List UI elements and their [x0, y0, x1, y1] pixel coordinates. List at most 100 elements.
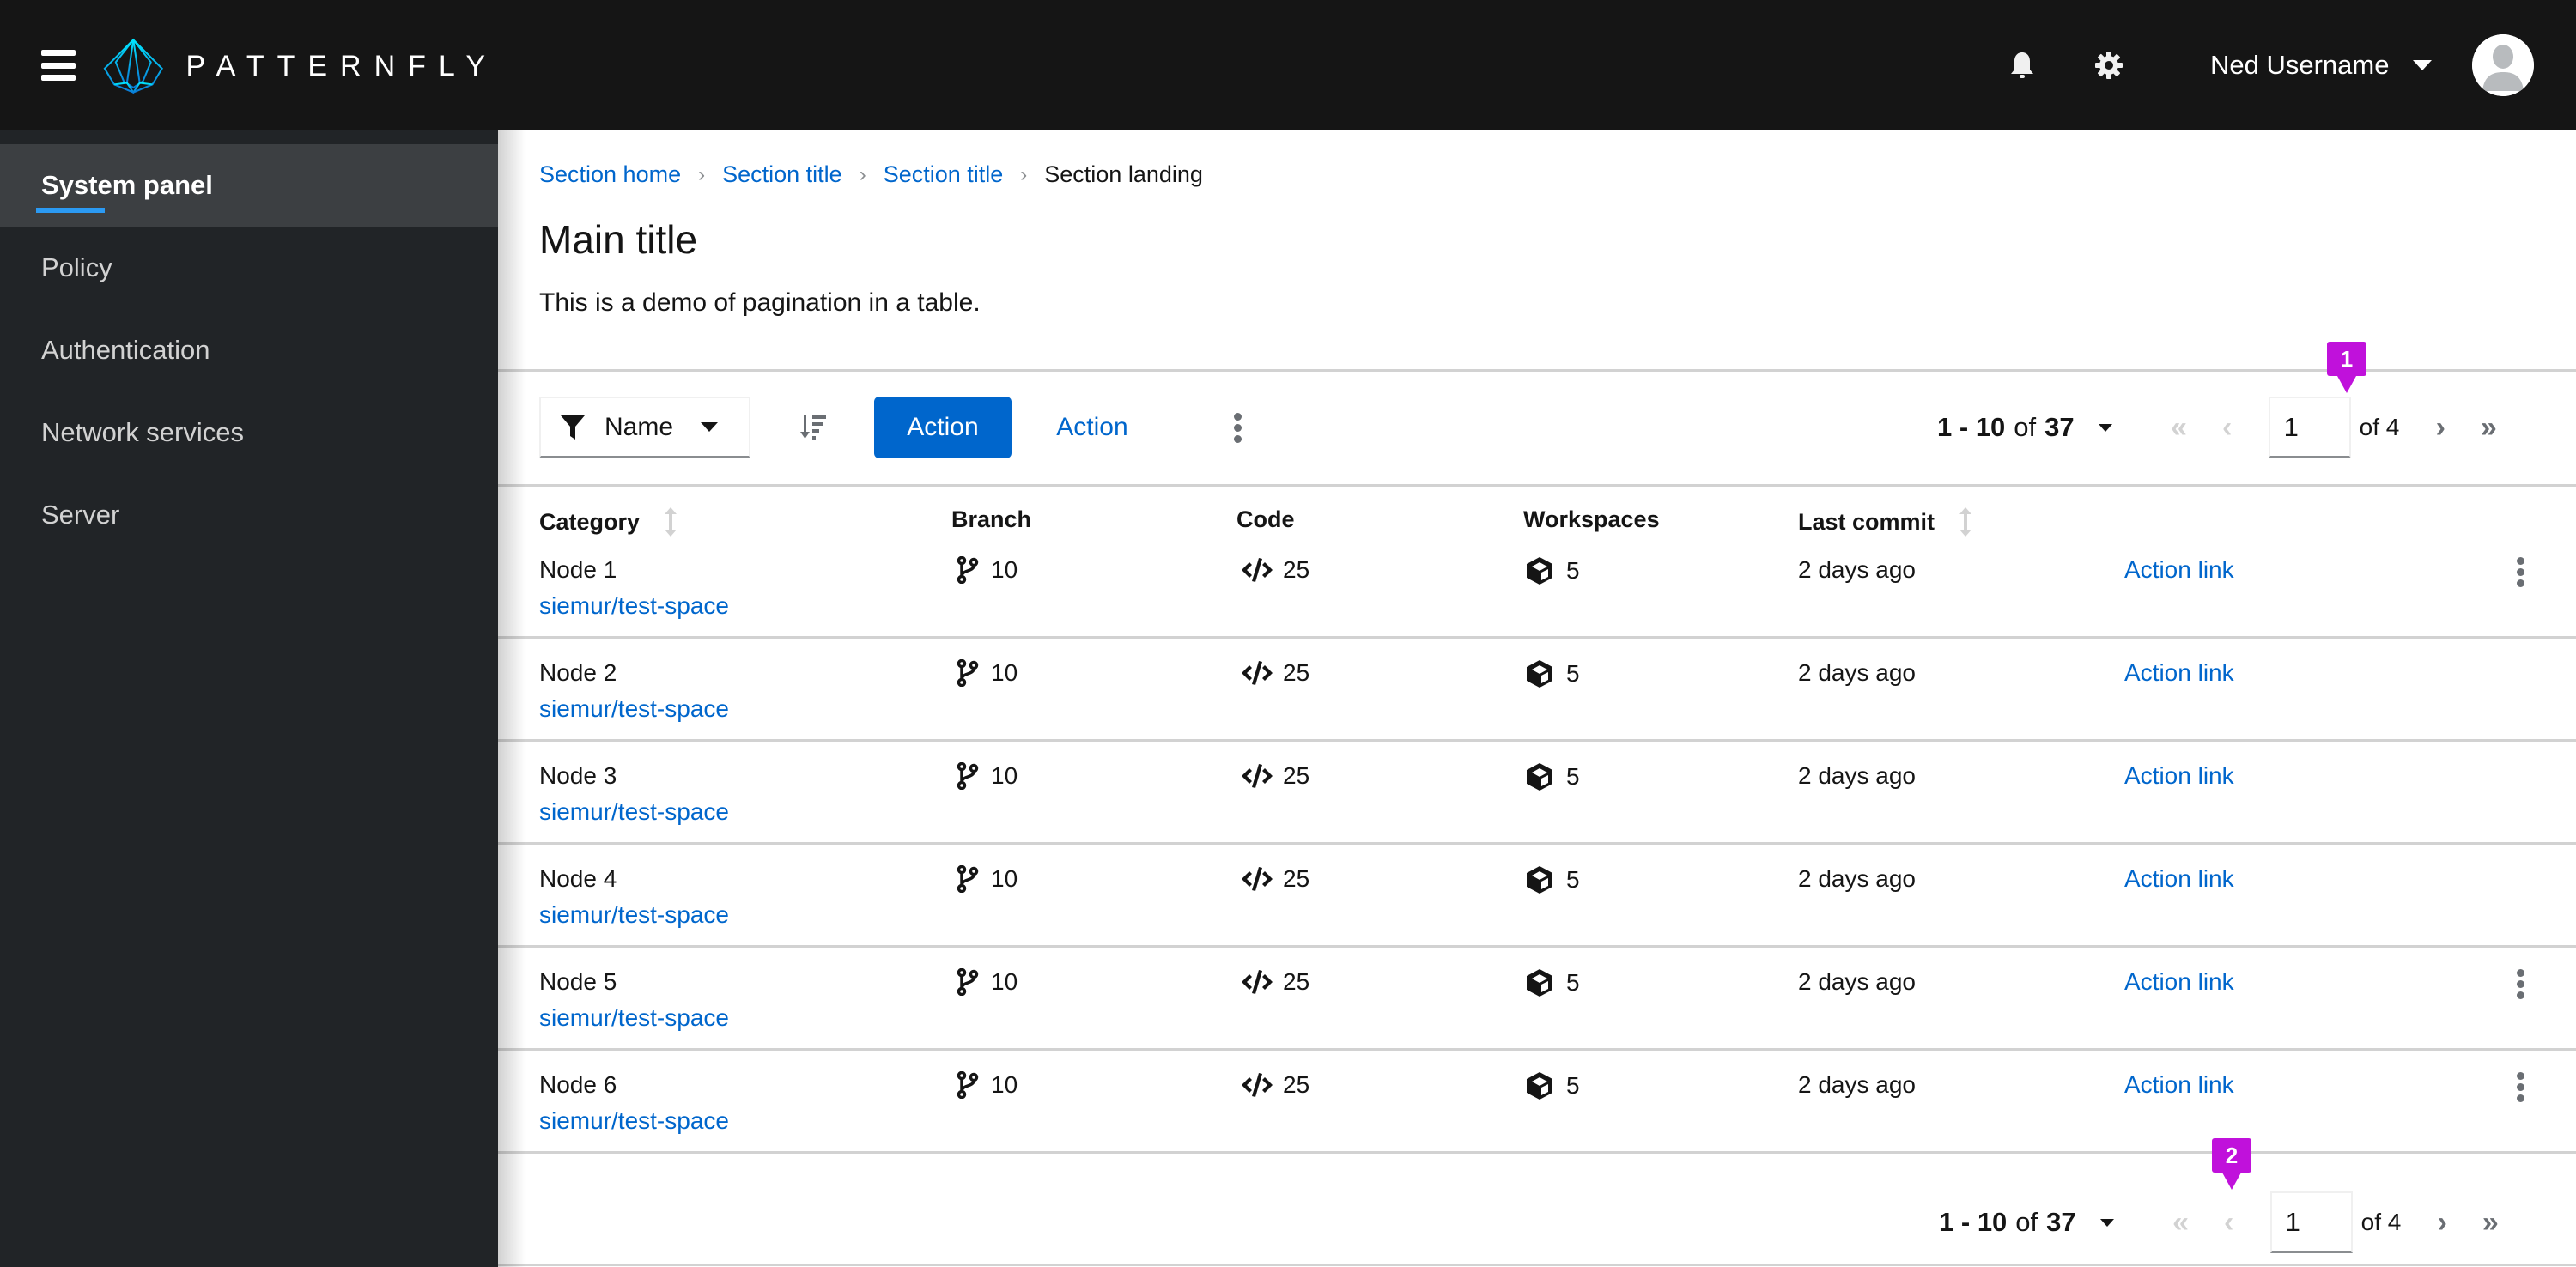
column-header-last-commit[interactable]: Last commit — [1798, 506, 1972, 537]
caret-down-icon — [2098, 423, 2112, 432]
previous-page-button[interactable]: ‹ — [2205, 1198, 2253, 1246]
sidebar-item-system-panel[interactable]: System panel — [0, 144, 498, 227]
page-count: of 4 — [2359, 414, 2400, 440]
current-page-input[interactable] — [2268, 397, 2351, 458]
cell-branch: 10 — [957, 968, 1018, 996]
workspace-count: 5 — [1566, 763, 1580, 790]
gear-icon[interactable] — [2092, 48, 2126, 82]
cell-code: 25 — [1240, 865, 1309, 893]
breadcrumb-link[interactable]: Section title — [884, 161, 1004, 188]
pagination-nav: « ‹ of 4 › » — [2155, 397, 2513, 458]
code-icon — [1242, 661, 1273, 685]
table-row: Node 3 siemur/test-space 10 25 5 2 days ago Ac… — [498, 742, 2576, 845]
repo-link[interactable]: siemur/test-space — [539, 1107, 729, 1135]
primary-action-button[interactable]: Action — [874, 397, 1012, 458]
next-page-button[interactable]: › — [2416, 403, 2464, 452]
page-title: Main title — [539, 217, 698, 262]
sidebar-item-server[interactable]: Server — [0, 474, 498, 556]
repo-link[interactable]: siemur/test-space — [539, 1004, 729, 1032]
first-page-button[interactable]: « — [2157, 1198, 2205, 1246]
range-start: 1 — [1937, 412, 1953, 442]
current-page-input[interactable] — [2269, 1191, 2353, 1253]
total-count: 37 — [2044, 412, 2075, 442]
column-label: Branch — [951, 506, 1032, 532]
cell-category: Node 5 — [539, 968, 617, 995]
branch-count: 10 — [991, 556, 1018, 583]
cell-category: Node 2 — [539, 659, 617, 686]
sort-button[interactable] — [795, 409, 833, 446]
previous-page-button[interactable]: ‹ — [2203, 403, 2251, 452]
breadcrumb-link[interactable]: Section title — [722, 161, 842, 188]
last-page-button[interactable]: » — [2464, 403, 2512, 452]
repo-link[interactable]: siemur/test-space — [539, 901, 729, 929]
column-header-category[interactable]: Category — [539, 506, 677, 537]
brand-name: PATTERNFLY — [185, 49, 498, 82]
action-link[interactable]: Action link — [2124, 865, 2234, 893]
per-page-toggle[interactable]: 1 - 10 of 37 — [1937, 412, 2112, 443]
cell-code: 25 — [1240, 659, 1309, 687]
sort-icon[interactable] — [1959, 506, 1972, 537]
sort-icon[interactable] — [664, 506, 677, 537]
hamburger-icon[interactable] — [41, 50, 76, 81]
row-divider — [498, 1151, 2576, 1154]
brand-logo[interactable]: PATTERNFLY — [103, 36, 498, 96]
cell-code: 25 — [1240, 968, 1309, 996]
breadcrumb-link[interactable]: Section home — [539, 161, 681, 188]
breadcrumb: Section home › Section title › Section t… — [539, 161, 1203, 188]
table-row: Node 2 siemur/test-space 10 25 5 2 days ago Ac… — [498, 639, 2576, 742]
action-link[interactable]: Action link — [2124, 762, 2234, 790]
workspace-count: 5 — [1566, 660, 1580, 687]
pagination-top: 1 - 10 of 37 « ‹ of 4 › » — [1937, 397, 2512, 458]
kebab-icon[interactable] — [2507, 1070, 2533, 1104]
code-branch-icon — [957, 659, 979, 687]
cell-last-commit: 2 days ago — [1798, 556, 1916, 583]
per-page-toggle[interactable]: 1 - 10 of 37 — [1939, 1207, 2114, 1238]
caret-down-icon — [2413, 60, 2433, 70]
action-link[interactable]: Action link — [2124, 1071, 2234, 1099]
sidebar-item-policy[interactable]: Policy — [0, 227, 498, 309]
sidebar-item-network-services[interactable]: Network services — [0, 391, 498, 474]
sort-amount-down-icon — [800, 415, 826, 440]
sidebar-item-label: Policy — [41, 252, 112, 282]
bell-icon[interactable] — [2005, 48, 2039, 82]
range-start: 1 — [1939, 1207, 1954, 1237]
branch-count: 10 — [991, 1071, 1018, 1098]
cell-code: 25 — [1240, 1071, 1309, 1099]
sidebar-item-label: System panel — [41, 170, 213, 200]
cell-category: Node 6 — [539, 1071, 617, 1098]
callout-badge: 2 — [2212, 1138, 2251, 1190]
kebab-icon[interactable] — [1224, 405, 1250, 450]
kebab-icon[interactable] — [2507, 555, 2533, 589]
cube-icon — [1527, 866, 1552, 894]
cell-last-commit: 2 days ago — [1798, 968, 1916, 995]
cell-category: Node 4 — [539, 865, 617, 892]
cell-branch: 10 — [957, 865, 1018, 893]
avatar-icon — [2472, 34, 2534, 96]
workspace-count: 5 — [1566, 557, 1580, 584]
action-link[interactable]: Action link — [2124, 659, 2234, 687]
repo-link[interactable]: siemur/test-space — [539, 798, 729, 826]
last-page-button[interactable]: » — [2466, 1198, 2514, 1246]
kebab-icon[interactable] — [2507, 967, 2533, 1001]
cell-code: 25 — [1240, 762, 1309, 790]
first-page-button[interactable]: « — [2155, 403, 2203, 452]
action-link[interactable]: Action link — [2124, 968, 2234, 996]
avatar[interactable] — [2472, 34, 2534, 96]
column-label: Last commit — [1798, 508, 1935, 535]
code-branch-icon — [957, 556, 979, 584]
divider — [498, 484, 2576, 487]
repo-link[interactable]: siemur/test-space — [539, 695, 729, 723]
table-row: Node 5 siemur/test-space 10 25 5 2 days ago Ac… — [498, 948, 2576, 1051]
secondary-action-button[interactable]: Action — [1041, 397, 1144, 458]
branch-count: 10 — [991, 762, 1018, 789]
filter-attribute-select[interactable]: Name — [539, 397, 750, 458]
repo-link[interactable]: siemur/test-space — [539, 592, 729, 620]
user-menu-toggle[interactable]: Ned Username — [2210, 45, 2433, 86]
cell-branch: 10 — [957, 1071, 1018, 1099]
cell-workspaces: 5 — [1525, 865, 1580, 894]
next-page-button[interactable]: › — [2418, 1198, 2466, 1246]
sidebar-item-authentication[interactable]: Authentication — [0, 309, 498, 391]
action-link[interactable]: Action link — [2124, 556, 2234, 584]
of-label: of — [2014, 412, 2037, 442]
range-end: 10 — [1977, 1207, 2008, 1237]
